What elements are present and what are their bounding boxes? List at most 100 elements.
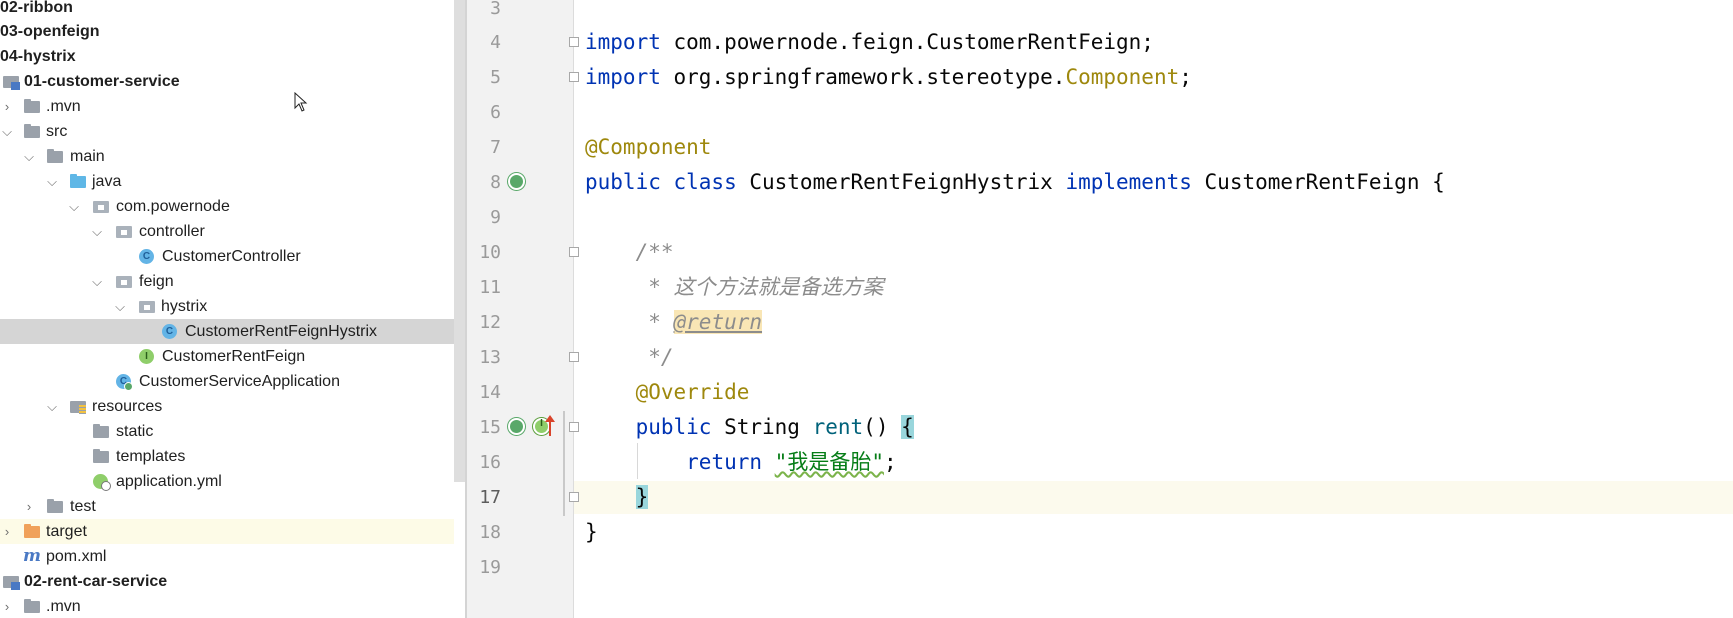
collapse-arrow-icon[interactable]: ⌵ — [0, 119, 14, 144]
code-text: () — [863, 415, 902, 439]
fold-marker-icon[interactable] — [569, 352, 579, 362]
tree-item-label: feign — [139, 273, 174, 290]
tree-item-class[interactable]: C CustomerController — [0, 244, 454, 269]
code-line-13[interactable]: */ — [585, 340, 674, 375]
tree-item-folder[interactable]: ⌵ resources — [0, 394, 454, 419]
keyword: public — [635, 415, 712, 439]
change-marker — [563, 411, 565, 516]
fold-marker-icon[interactable] — [569, 37, 579, 47]
go-to-super-arrow-icon[interactable] — [545, 415, 555, 436]
expand-arrow-icon[interactable]: › — [0, 94, 14, 119]
javadoc-tag: @return — [673, 310, 763, 334]
collapse-arrow-icon[interactable]: ⌵ — [113, 294, 127, 319]
tree-item-package[interactable]: ⌵ com.powernode — [0, 194, 454, 219]
line-number: 17 — [479, 487, 501, 508]
folder-icon — [46, 498, 64, 515]
tree-item-class-selected[interactable]: C CustomerRentFeignHystrix — [0, 319, 454, 344]
tree-item-module[interactable]: 03-openfeign — [0, 19, 454, 44]
folder-icon — [23, 98, 41, 115]
line-number: 15 — [479, 417, 501, 438]
tree-item-folder[interactable]: ⌵ src — [0, 119, 454, 144]
tree-item-folder[interactable]: templates — [0, 444, 454, 469]
class-name: CustomerRentFeignHystrix — [736, 170, 1066, 194]
code-line-16[interactable]: return "我是备胎"; — [585, 445, 896, 480]
code-line-15[interactable]: public String rent() { — [585, 410, 914, 445]
tree-scrollbar[interactable] — [454, 0, 465, 482]
package-icon — [115, 273, 133, 290]
collapse-arrow-icon[interactable]: ⌵ — [67, 194, 81, 219]
tree-item-folder[interactable]: static — [0, 419, 454, 444]
tree-item-interface[interactable]: I CustomerRentFeign — [0, 344, 454, 369]
tree-item-folder[interactable]: ⌵ main — [0, 144, 454, 169]
code-line-10[interactable]: /** — [585, 235, 674, 270]
mouse-cursor-icon — [294, 92, 308, 112]
method-name: rent — [812, 415, 864, 439]
tree-item-label: java — [92, 173, 122, 190]
tree-item-label: 02-ribbon — [0, 0, 73, 16]
expand-arrow-icon[interactable]: › — [22, 494, 36, 519]
tree-item-label: static — [116, 423, 154, 440]
code-line-4[interactable]: import com.powernode.feign.CustomerRentF… — [585, 25, 1154, 60]
line-number: 16 — [479, 452, 501, 473]
collapse-arrow-icon[interactable]: ⌵ — [90, 219, 104, 244]
spring-bean-gutter-icon[interactable] — [508, 173, 525, 190]
tree-item-module[interactable]: 02-rent-car-service — [0, 569, 454, 594]
tree-item-module[interactable]: 01-customer-service — [0, 69, 454, 94]
tree-item-label: 04-hystrix — [0, 48, 76, 65]
fold-marker-icon[interactable] — [569, 72, 579, 82]
tree-item-file[interactable]: m pom.xml — [0, 544, 454, 569]
line-number: 8 — [490, 172, 501, 193]
type-name: String — [711, 415, 813, 439]
folder-icon — [23, 123, 41, 140]
collapse-arrow-icon[interactable]: ⌵ — [22, 144, 36, 169]
keyword: return — [686, 450, 763, 474]
tree-item-folder[interactable]: › target — [0, 519, 454, 544]
tree-item-module[interactable]: 04-hystrix — [0, 44, 454, 69]
tree-item-folder[interactable]: › .mvn — [0, 94, 454, 119]
code-line-7[interactable]: @Component — [585, 130, 711, 165]
collapse-arrow-icon[interactable]: ⌵ — [45, 394, 59, 419]
code-line-18[interactable]: } — [585, 515, 598, 550]
fold-marker-icon[interactable] — [569, 422, 579, 432]
tree-item-folder[interactable]: › .mvn — [0, 594, 454, 618]
code-line-8[interactable]: public class CustomerRentFeignHystrix im… — [585, 165, 1445, 200]
tree-item-class[interactable]: C CustomerServiceApplication — [0, 369, 454, 394]
keyword: class — [660, 170, 737, 194]
doc-comment: /** — [585, 240, 674, 264]
expand-arrow-icon[interactable]: › — [0, 594, 14, 618]
tree-item-folder[interactable]: ⌵ java — [0, 169, 454, 194]
collapse-arrow-icon[interactable]: ⌵ — [45, 169, 59, 194]
tree-item-package[interactable]: ⌵ controller — [0, 219, 454, 244]
code-line-11[interactable]: * 这个方法就是备选方案 — [585, 270, 884, 305]
doc-comment: */ — [585, 345, 674, 369]
doc-comment: * 这个方法就是备选方案 — [585, 275, 884, 299]
spring-bean-gutter-icon[interactable] — [508, 418, 525, 435]
keyword: import — [585, 65, 661, 89]
expand-arrow-icon[interactable]: › — [0, 519, 14, 544]
tree-item-module[interactable]: 02-ribbon — [0, 0, 454, 20]
folder-icon — [23, 598, 41, 615]
matched-brace: { — [901, 415, 914, 439]
tree-item-label: CustomerRentFeignHystrix — [185, 323, 378, 340]
fold-marker-icon[interactable] — [569, 247, 579, 257]
code-line-12[interactable]: * @return — [585, 305, 763, 340]
collapse-arrow-icon[interactable]: ⌵ — [90, 269, 104, 294]
tree-item-folder[interactable]: › test — [0, 494, 454, 519]
code-line-14[interactable]: @Override — [585, 375, 750, 410]
package-icon — [115, 223, 133, 240]
fold-marker-icon[interactable] — [569, 492, 579, 502]
tree-item-package[interactable]: ⌵ feign — [0, 269, 454, 294]
interface-icon: I — [139, 349, 154, 364]
code-line-5[interactable]: import org.springframework.stereotype.Co… — [585, 60, 1192, 95]
tree-item-label: target — [46, 523, 87, 540]
tree-item-file[interactable]: application.yml — [0, 469, 454, 494]
tree-item-label: application.yml — [116, 473, 222, 490]
tree-item-package[interactable]: ⌵ hystrix — [0, 294, 454, 319]
code-text: com.powernode.feign.CustomerRentFeign; — [660, 30, 1154, 54]
line-number: 11 — [479, 277, 501, 298]
tree-item-label: com.powernode — [116, 198, 230, 215]
tree-item-label: main — [70, 148, 105, 165]
code-line-17[interactable]: } — [585, 480, 649, 515]
